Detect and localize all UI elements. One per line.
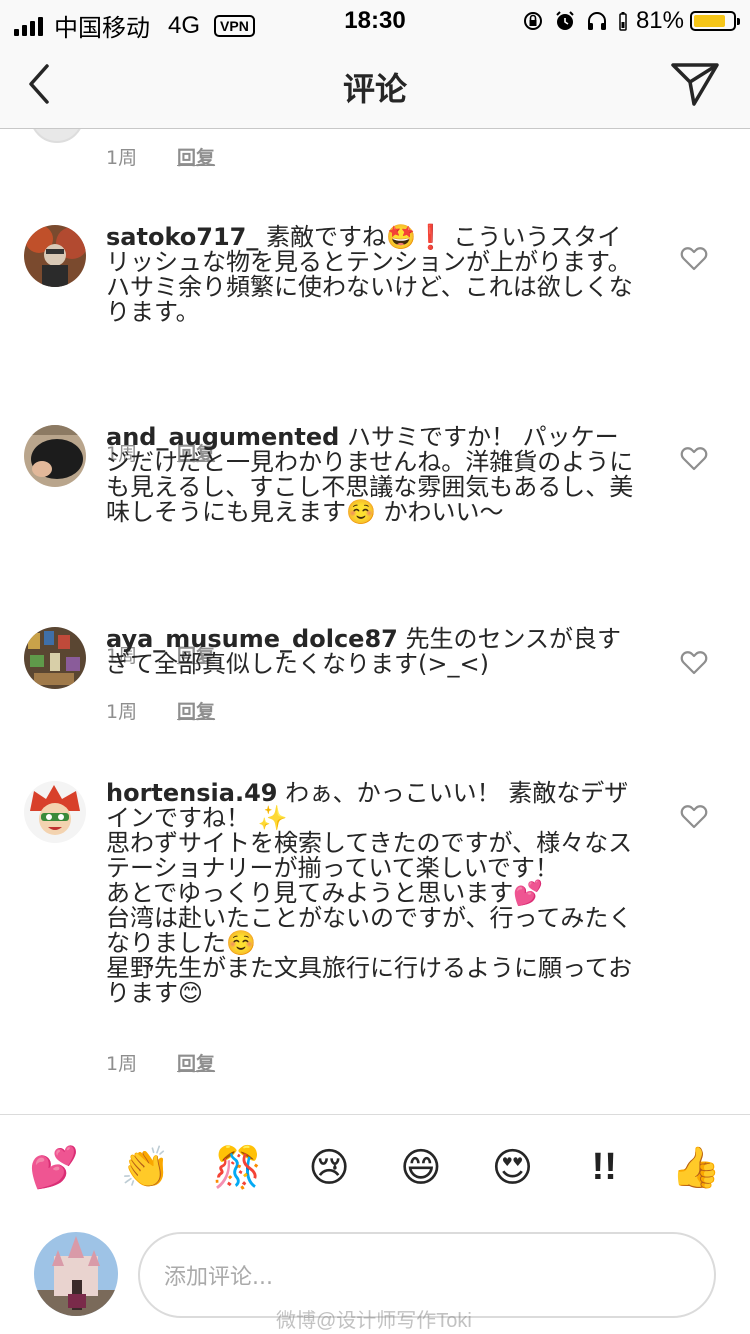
avatar[interactable] [24,425,86,487]
two-hearts-emoji-icon[interactable]: 💕 [24,1144,84,1191]
watermark: 微博@设计师写作Toki [276,1310,472,1332]
headphones-icon [587,12,606,30]
like-heart-icon[interactable] [680,245,708,271]
avatar[interactable] [24,627,86,689]
battery-percent: 81% [635,7,684,34]
emoji-quick-bar: 💕 👏 🎊 😢 😄 😍 !! 👍 [0,1114,750,1220]
comment-username[interactable]: hortensia.49 [106,779,277,807]
comment-body: aya_musume_dolce87 先生のセンスが良すぎて全部真似したくなりま… [106,627,636,677]
like-heart-icon[interactable] [680,445,708,471]
status-bar: 中国移动 4G VPN 18:30 81% [0,0,750,42]
reply-button[interactable]: 回复 [177,1053,215,1075]
avatar[interactable] [24,781,86,843]
comment-body: satoko717_ 素敵ですね🤩❗ こういうスタイリッシュな物を見るとテンショ… [106,225,636,325]
paper-plane-icon[interactable] [670,60,720,108]
comment-input-placeholder: 添加评论... [164,1265,273,1290]
grinning-face-emoji-icon[interactable]: 😄 [391,1145,451,1191]
avatar[interactable] [24,225,86,287]
comment-meta: 1周 回复 [106,697,215,724]
comment-text: わぁ、かっこいい！ 素敵なデザインですね！ ✨ 思わずサイトを検索してきたのです… [106,779,633,1007]
comment-meta: 1周 回复 [106,1049,215,1076]
comment-time: 1周 [106,1053,138,1075]
comment-username[interactable]: satoko717_ [106,223,258,251]
current-user-avatar[interactable] [34,1232,118,1316]
avatar[interactable] [30,129,84,143]
like-heart-icon[interactable] [680,649,708,675]
thumbs-up-emoji-icon[interactable]: 👍 [666,1144,726,1191]
battery-icon [690,11,740,31]
comment-list: 1周 回复 satoko717_ 素敵ですね🤩❗ こういうスタイリッシュな物を見… [0,129,750,1114]
confetti-ball-emoji-icon[interactable]: 🎊 [207,1144,267,1191]
comment-username[interactable]: and_augumented [106,423,339,451]
alarm-clock-icon [556,11,574,30]
comment-body: and_augumented ハサミですか！ パッケージだけだと一見わかりません… [106,425,636,525]
double-exclamation-emoji-icon[interactable]: !! [574,1146,634,1189]
page-title: 评论 [342,70,407,108]
comment-time: 1周 [106,701,138,723]
crying-face-emoji-icon[interactable]: 😢 [299,1145,359,1191]
comment-meta: 1周 回复 [106,143,215,170]
comment-body: hortensia.49 わぁ、かっこいい！ 素敵なデザインですね！ ✨ 思わず… [106,781,636,1006]
heart-eyes-emoji-icon[interactable]: 😍 [483,1145,543,1191]
reply-button[interactable]: 回复 [177,147,215,169]
navigation-bar: 评论 [0,40,750,129]
clapping-hands-emoji-icon[interactable]: 👏 [116,1144,176,1191]
reply-button[interactable]: 回复 [177,701,215,723]
comment-username[interactable]: aya_musume_dolce87 [106,625,398,653]
comment-time: 1周 [106,147,138,169]
battery-saver-icon [619,12,627,31]
like-heart-icon[interactable] [680,803,708,829]
orientation-lock-icon [523,12,542,30]
